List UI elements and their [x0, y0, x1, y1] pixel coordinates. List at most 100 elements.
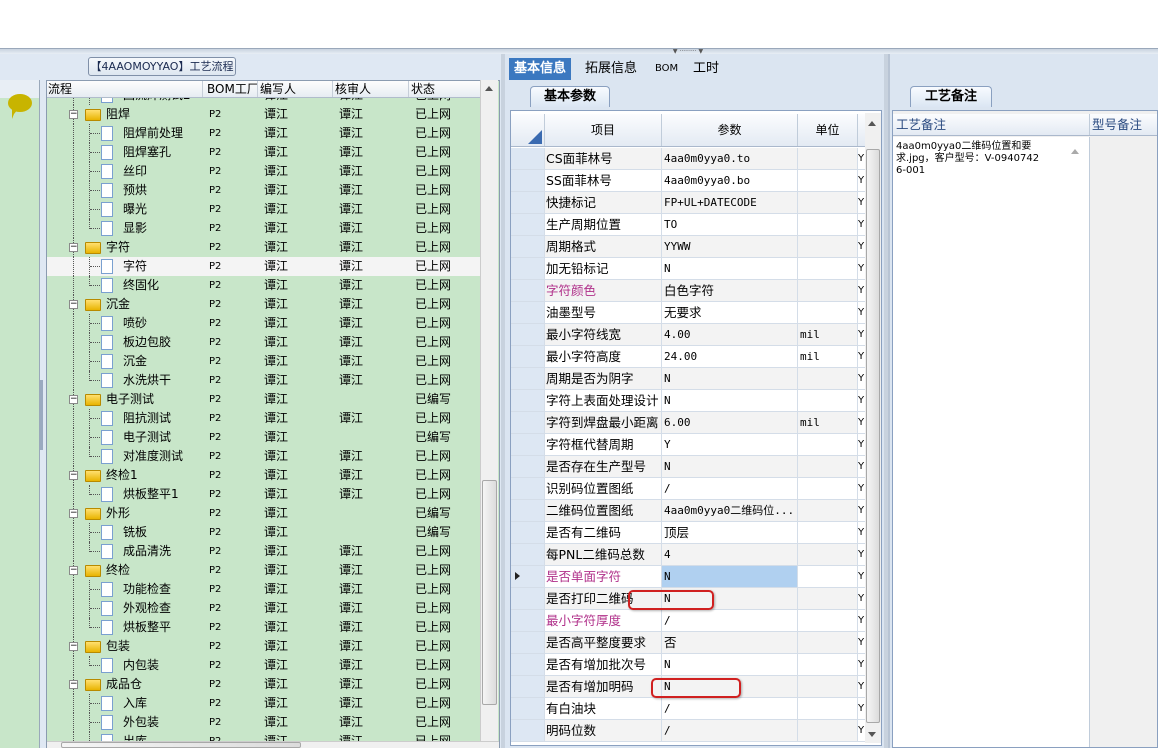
param-value-cell[interactable]: 无要求 — [662, 302, 798, 323]
flow-name-cell[interactable]: 预烘 — [47, 181, 203, 200]
param-value-cell[interactable]: N — [662, 456, 798, 477]
flow-name-cell[interactable]: 阻焊塞孔 — [47, 143, 203, 162]
flow-name-cell[interactable]: 内包装 — [47, 656, 203, 675]
param-value-cell[interactable]: YYWW — [662, 236, 798, 257]
collapse-toggle-icon[interactable]: − — [69, 566, 78, 575]
param-row[interactable]: 字符上表面处理设计 N Y — [511, 390, 866, 412]
collapse-toggle-icon[interactable]: − — [69, 395, 78, 404]
flow-name-cell[interactable]: 终固化 — [47, 276, 203, 295]
row-selector[interactable] — [511, 346, 545, 367]
tree-item-row[interactable]: 外观检查 P2 谭江 谭江 已上网 — [47, 599, 481, 618]
param-row[interactable]: 有白油块 / Y — [511, 698, 866, 720]
tree-horizontal-scrollbar[interactable] — [47, 741, 499, 748]
tree-scroll-thumb[interactable] — [482, 480, 497, 705]
tree-folder-row[interactable]: − 字符 P2 谭江 谭江 已上网 — [47, 238, 481, 257]
row-selector[interactable] — [511, 434, 545, 455]
param-row[interactable]: 最小字符线宽 4.00 mil Y — [511, 324, 866, 346]
flow-name-cell[interactable]: 烘板整平 — [47, 618, 203, 637]
row-selector[interactable] — [511, 302, 545, 323]
row-selector[interactable] — [511, 588, 545, 609]
tree-item-row[interactable]: 内包装 P2 谭江 谭江 已上网 — [47, 656, 481, 675]
row-selector[interactable] — [511, 676, 545, 697]
row-selector[interactable] — [511, 324, 545, 345]
param-row[interactable]: 最小字符高度 24.00 mil Y — [511, 346, 866, 368]
tree-item-row[interactable]: 预烘 P2 谭江 谭江 已上网 — [47, 181, 481, 200]
flow-name-cell[interactable]: − 终检1 — [47, 466, 203, 485]
tree-item-row[interactable]: 喷砂 P2 谭江 谭江 已上网 — [47, 314, 481, 333]
scroll-up-arrow-icon[interactable] — [485, 82, 493, 91]
process-note-cell[interactable]: 4aa0m0yya0二维码位置和要求.jpg，客户型号：V-09407426-0… — [893, 137, 1090, 747]
param-row[interactable]: 最小字符厚度 / Y — [511, 610, 866, 632]
row-selector[interactable] — [511, 522, 545, 543]
column-header-bom-factory[interactable]: BOM工厂 — [203, 81, 258, 97]
param-value-cell[interactable]: / — [662, 610, 798, 631]
tree-item-row[interactable]: 丝印 P2 谭江 谭江 已上网 — [47, 162, 481, 181]
param-row[interactable]: 每PNL二维码总数 4 Y — [511, 544, 866, 566]
collapse-toggle-icon[interactable]: − — [69, 642, 78, 651]
collapse-toggle-icon[interactable]: − — [69, 680, 78, 689]
flow-name-cell[interactable]: 电子测试 — [47, 428, 203, 447]
tree-item-row[interactable]: 阻焊塞孔 P2 谭江 谭江 已上网 — [47, 143, 481, 162]
flow-name-cell[interactable]: 板边包胶 — [47, 333, 203, 352]
row-selector[interactable] — [511, 698, 545, 719]
param-row[interactable]: 快捷标记 FP+UL+DATECODE Y — [511, 192, 866, 214]
message-bubble-icon[interactable] — [8, 94, 32, 119]
tree-item-row[interactable]: 入库 P2 谭江 谭江 已上网 — [47, 694, 481, 713]
tab-extended-info[interactable]: 拓展信息 — [580, 58, 642, 80]
tree-item-row[interactable]: 电子测试 P2 谭江 已编写 — [47, 428, 481, 447]
tree-folder-row[interactable]: − 外形 P2 谭江 已编写 — [47, 504, 481, 523]
column-header-writer[interactable]: 编写人 — [258, 81, 333, 97]
row-selector[interactable] — [511, 258, 545, 279]
flow-name-cell[interactable]: 成品清洗 — [47, 542, 203, 561]
collapse-toggle-icon[interactable]: − — [69, 509, 78, 518]
param-value-cell[interactable]: 4aa0m0yya0.bo — [662, 170, 798, 191]
flow-name-cell[interactable]: 外观检查 — [47, 599, 203, 618]
flow-name-cell[interactable]: 字符 — [47, 257, 203, 276]
tab-bom[interactable]: BOM — [650, 58, 683, 80]
tree-item-row[interactable]: 铣板 P2 谭江 已编写 — [47, 523, 481, 542]
row-selector[interactable] — [511, 632, 545, 653]
param-value-cell[interactable]: 6.00 — [662, 412, 798, 433]
tree-item-row[interactable]: 成品清洗 P2 谭江 谭江 已上网 — [47, 542, 481, 561]
param-value-cell[interactable]: N — [662, 258, 798, 279]
row-selector[interactable] — [511, 170, 545, 191]
tree-item-row[interactable]: 外包装 P2 谭江 谭江 已上网 — [47, 713, 481, 732]
flow-name-cell[interactable]: 对准度测试 — [47, 447, 203, 466]
params-scroll-thumb[interactable] — [866, 149, 880, 723]
param-row[interactable]: 识别码位置图纸 / Y — [511, 478, 866, 500]
tree-item-row[interactable]: 阻焊前处理 P2 谭江 谭江 已上网 — [47, 124, 481, 143]
flow-name-cell[interactable]: 烘板整平1 — [47, 485, 203, 504]
param-row[interactable]: 是否单面字符 N Y — [511, 566, 866, 588]
param-row[interactable]: 字符颜色 白色字符 Y — [511, 280, 866, 302]
param-value-cell[interactable]: / — [662, 720, 798, 741]
flow-name-cell[interactable]: 显影 — [47, 219, 203, 238]
param-value-cell[interactable]: TO — [662, 214, 798, 235]
tab-work-hours[interactable]: 工时 — [688, 58, 724, 80]
flow-name-cell[interactable]: 功能检查 — [47, 580, 203, 599]
param-row[interactable]: 是否存在生产型号 N Y — [511, 456, 866, 478]
tab-basic-info[interactable]: 基本信息 — [509, 58, 572, 80]
param-row[interactable]: 周期是否为阴字 N Y — [511, 368, 866, 390]
param-row[interactable]: 是否有增加批次号 N Y — [511, 654, 866, 676]
select-all-corner[interactable] — [511, 114, 545, 146]
flow-name-cell[interactable]: − 沉金 — [47, 295, 203, 314]
column-header-model-note[interactable]: 型号备注 — [1090, 114, 1142, 135]
tree-item-row[interactable]: 烘板整平 P2 谭江 谭江 已上网 — [47, 618, 481, 637]
tree-folder-row[interactable]: − 终检 P2 谭江 谭江 已上网 — [47, 561, 481, 580]
flow-name-cell[interactable]: 铣板 — [47, 523, 203, 542]
param-row[interactable]: 是否高平整度要求否 Y — [511, 632, 866, 654]
row-selector[interactable] — [511, 412, 545, 433]
row-selector[interactable] — [511, 720, 545, 741]
tree-folder-row[interactable]: − 沉金 P2 谭江 谭江 已上网 — [47, 295, 481, 314]
param-row[interactable]: 二维码位置图纸 4aa0m0yya0二维码位... Y — [511, 500, 866, 522]
scroll-down-arrow-icon[interactable] — [868, 732, 876, 741]
flow-name-cell[interactable]: − 字符 — [47, 238, 203, 257]
subtab-process-notes[interactable]: 工艺备注 — [910, 86, 992, 107]
param-value-cell[interactable]: / — [662, 698, 798, 719]
flow-name-cell[interactable]: − 电子测试 — [47, 390, 203, 409]
flow-name-cell[interactable]: 丝印 — [47, 162, 203, 181]
tree-item-row[interactable]: 功能检查 P2 谭江 谭江 已上网 — [47, 580, 481, 599]
flow-name-cell[interactable]: − 阻焊 — [47, 105, 203, 124]
collapse-toggle-icon[interactable]: − — [69, 471, 78, 480]
tree-vertical-scrollbar[interactable] — [480, 80, 498, 742]
